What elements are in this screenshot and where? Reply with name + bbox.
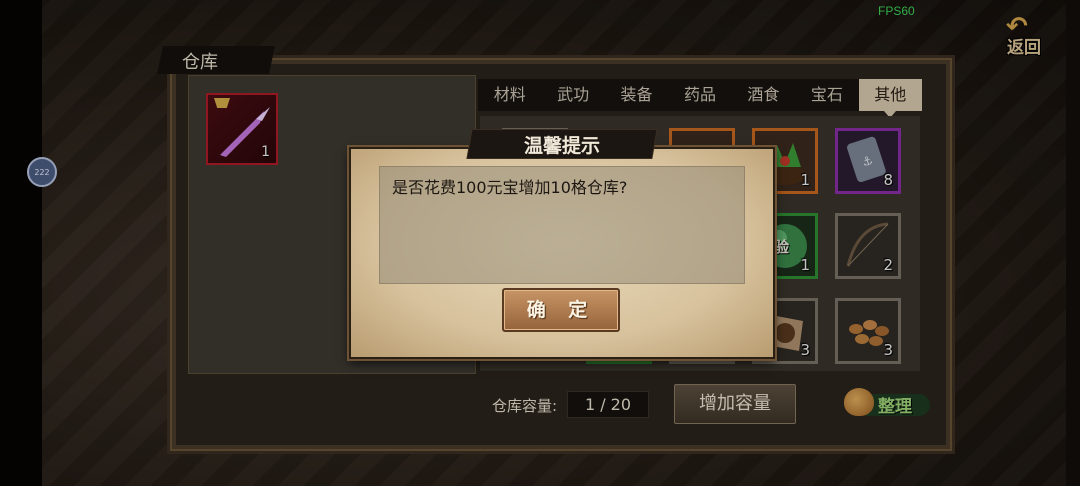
confirm-button[interactable]: 确 定: [502, 288, 620, 332]
dialog-title: 温馨提示: [523, 135, 600, 157]
dialog-message: 是否花费100元宝增加10格仓库?: [392, 178, 628, 197]
